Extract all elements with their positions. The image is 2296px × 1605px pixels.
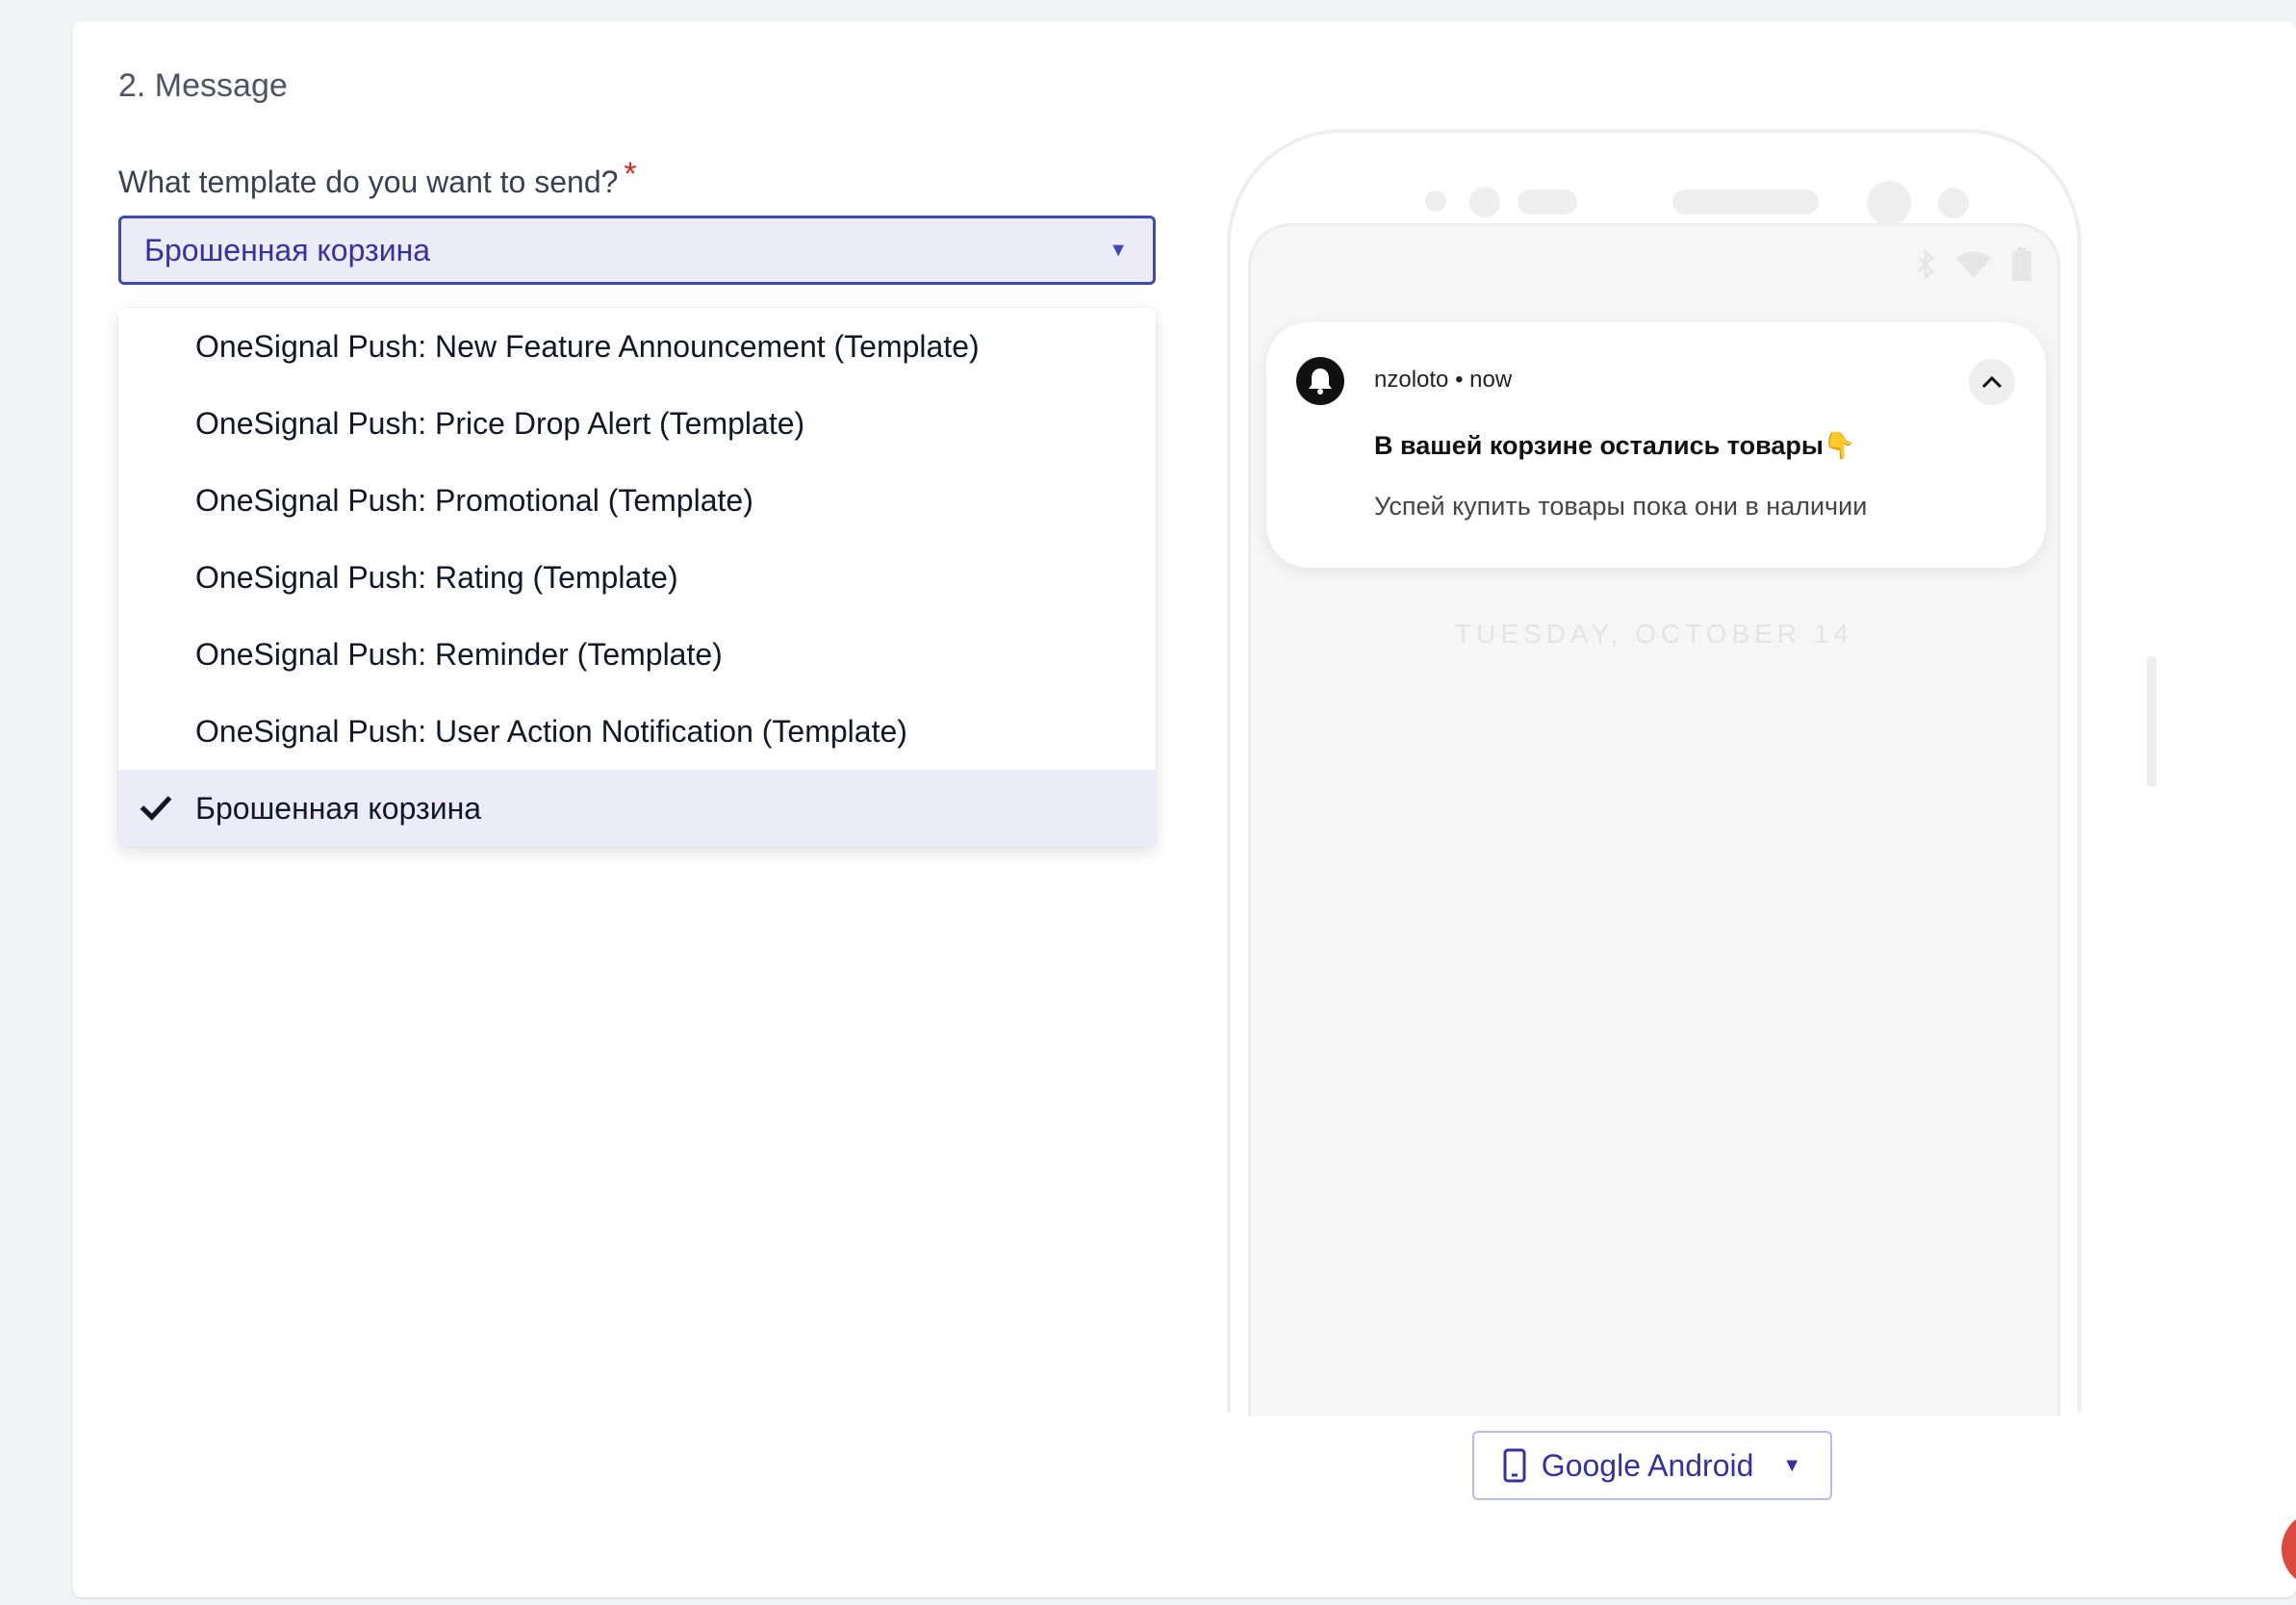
- phone-side-button: [2147, 656, 2156, 787]
- phone-sensor: [1938, 188, 1969, 218]
- required-indicator: *: [624, 156, 637, 192]
- notification-app-name: nzoloto: [1374, 367, 1449, 393]
- lockscreen-date: TUESDAY, OCTOBER 14: [1455, 619, 1853, 649]
- template-select-value: Брошенная корзина: [144, 232, 431, 268]
- mobile-phone-icon: [1503, 1448, 1526, 1483]
- notification-title: В вашей корзине остались товары👇: [1374, 431, 1856, 460]
- template-select[interactable]: Брошенная корзина ▼: [118, 216, 1156, 285]
- caret-down-icon: ▼: [1782, 1454, 1802, 1476]
- phone-preview-frame: nzoloto • now В вашей корзине остались т…: [1227, 129, 2081, 1416]
- dropdown-option[interactable]: OneSignal Push: Reminder (Template): [118, 616, 1156, 693]
- phone-sensor: [1425, 191, 1446, 212]
- template-dropdown-menu: OneSignal Push: New Feature Announcement…: [118, 308, 1156, 847]
- status-bar: [1915, 247, 2032, 282]
- bell-icon: [1296, 357, 1344, 405]
- dropdown-option-selected[interactable]: Брошенная корзина: [118, 770, 1156, 847]
- phone-screen: nzoloto • now В вашей корзине остались т…: [1248, 223, 2060, 1416]
- phone-camera: [1867, 181, 1911, 225]
- phone-speaker: [1672, 190, 1819, 215]
- chevron-up-icon[interactable]: [1969, 359, 2015, 405]
- notification-body: Успей купить товары пока они в наличии: [1374, 492, 1868, 521]
- dropdown-option[interactable]: OneSignal Push: Rating (Template): [118, 539, 1156, 616]
- section-title: 2. Message: [118, 67, 288, 104]
- dropdown-option[interactable]: OneSignal Push: Price Drop Alert (Templa…: [118, 385, 1156, 462]
- phone-sensor: [1469, 187, 1500, 217]
- dropdown-option[interactable]: OneSignal Push: User Action Notification…: [118, 693, 1156, 770]
- phone-sensor: [1518, 190, 1577, 215]
- dropdown-option[interactable]: OneSignal Push: Promotional (Template): [118, 462, 1156, 539]
- platform-label: Google Android: [1541, 1447, 1754, 1483]
- battery-icon: [2012, 247, 2031, 281]
- notification-time: now: [1469, 367, 1513, 393]
- checkmark-icon: [140, 796, 172, 821]
- dropdown-option[interactable]: OneSignal Push: New Feature Announcement…: [118, 308, 1156, 385]
- option-label: Брошенная корзина: [195, 790, 482, 826]
- option-label: OneSignal Push: Price Drop Alert (Templa…: [195, 405, 805, 441]
- bluetooth-icon: [1917, 249, 1935, 280]
- push-notification-preview: nzoloto • now В вашей корзине остались т…: [1266, 322, 2046, 568]
- caret-down-icon: ▼: [1109, 239, 1128, 261]
- option-label: OneSignal Push: Promotional (Template): [195, 482, 753, 518]
- notification-separator: •: [1455, 367, 1464, 393]
- platform-select-button[interactable]: Google Android ▼: [1472, 1431, 1832, 1500]
- template-field-label: What template do you want to send? *: [118, 156, 637, 201]
- notification-meta: nzoloto • now: [1374, 367, 1512, 394]
- option-label: OneSignal Push: Reminder (Template): [195, 636, 723, 672]
- wifi-icon: [1956, 251, 1991, 278]
- option-label: OneSignal Push: New Feature Announcement…: [195, 328, 980, 364]
- template-label-text: What template do you want to send?: [118, 165, 619, 199]
- option-label: OneSignal Push: User Action Notification…: [195, 713, 907, 749]
- option-label: OneSignal Push: Rating (Template): [195, 559, 678, 595]
